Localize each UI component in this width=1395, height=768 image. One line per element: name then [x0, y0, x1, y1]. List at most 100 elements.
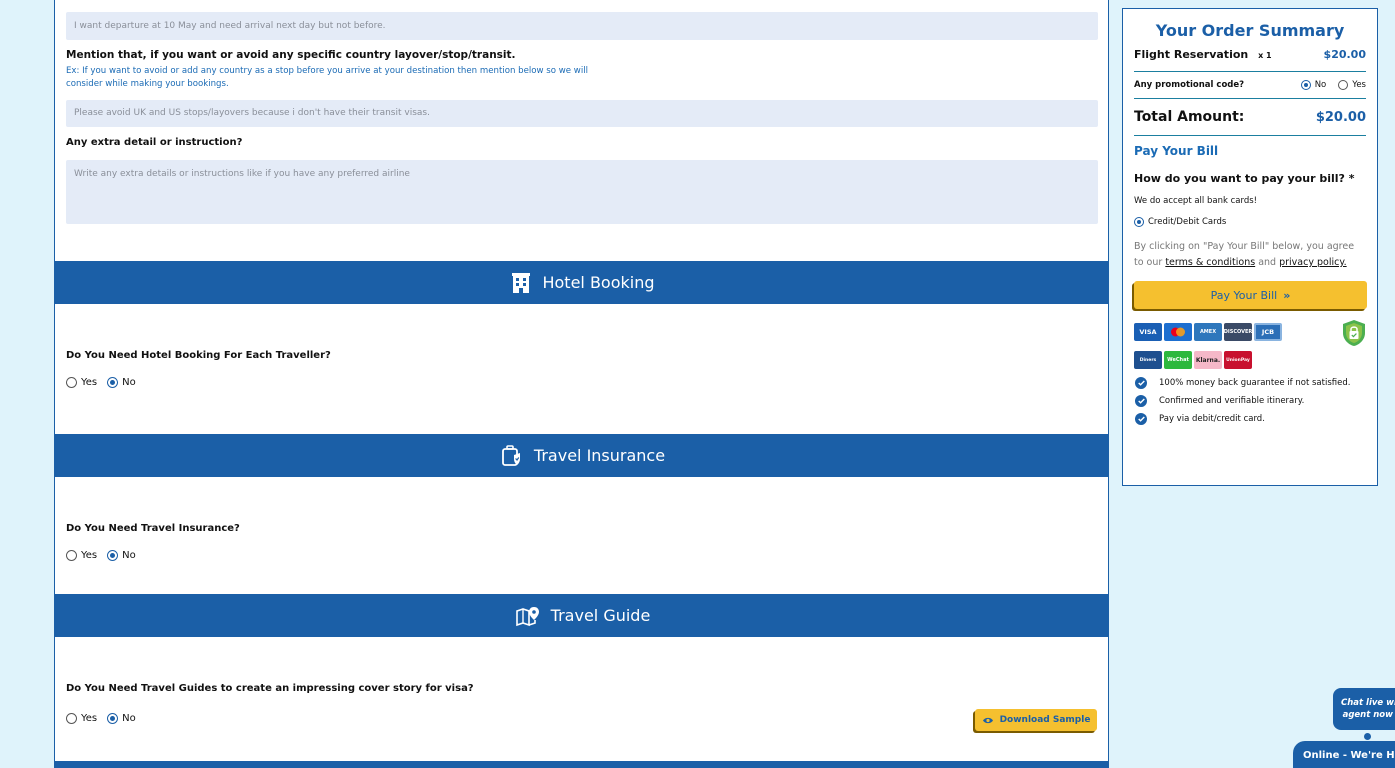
layover-hint: Ex: If you want to avoid or add any coun…	[66, 66, 588, 89]
card-logos-row-2: Diners WeChat Klarna. UnionPay	[1134, 351, 1366, 369]
guide-no-radio[interactable]	[107, 713, 119, 724]
travel-insurance-title: Travel Insurance	[533, 446, 666, 465]
checkmark-icon	[1135, 377, 1147, 389]
card-logos: VISA AMEX DISCOVER JCB Diners WeChat Kla…	[1134, 320, 1366, 369]
guide-yes-label: Yes	[81, 713, 98, 724]
terms-link[interactable]: terms & conditions	[1165, 257, 1255, 268]
benefit-item: Pay via debit/credit card.	[1134, 413, 1366, 425]
pay-heading: Pay Your Bill	[1134, 144, 1219, 158]
chat-online-tab[interactable]: Online - We're Here	[1293, 741, 1395, 768]
jcb-logo: JCB	[1254, 323, 1282, 341]
insurance-no-label: No	[122, 550, 136, 561]
benefit-text: Pay via debit/credit card.	[1159, 414, 1265, 424]
extra-detail-label: Any extra detail or instruction?	[66, 137, 243, 148]
total-row: Total Amount: $20.00	[1134, 99, 1366, 136]
visa-logo: VISA	[1134, 323, 1162, 341]
layover-input[interactable]: Please avoid UK and US stops/layovers be…	[66, 100, 1098, 127]
promo-no-label: No	[1314, 80, 1327, 90]
pay-bill-label: Pay Your Bill	[1210, 288, 1278, 302]
privacy-link[interactable]: privacy policy.	[1279, 257, 1347, 268]
guide-radio-group: Yes No	[66, 713, 146, 724]
hotel-booking-title: Hotel Booking	[542, 273, 655, 292]
pay-question: How do you want to pay your bill? *	[1134, 172, 1355, 185]
klarna-logo: Klarna.	[1194, 351, 1222, 369]
payment-method-label: Credit/Debit Cards	[1148, 217, 1227, 227]
insurance-question: Do You Need Travel Insurance?	[66, 523, 240, 534]
mastercard-logo	[1164, 323, 1192, 341]
secure-shield-icon	[1343, 320, 1365, 346]
benefit-item: 100% money back guarantee if not satisfi…	[1134, 377, 1366, 389]
benefit-item: Confirmed and verifiable itinerary.	[1134, 395, 1366, 407]
credit-card-radio[interactable]	[1134, 217, 1144, 227]
arrival-preference-input[interactable]: I want departure at 10 May and need arri…	[66, 12, 1098, 40]
eye-icon	[982, 717, 993, 723]
double-chevron-icon: »	[1283, 288, 1291, 302]
next-section-header	[55, 761, 1108, 768]
download-sample-button[interactable]: Download Sample	[975, 709, 1097, 731]
hotel-question: Do You Need Hotel Booking For Each Trave…	[66, 350, 331, 361]
hotel-no-option[interactable]: No	[107, 377, 136, 388]
insurance-yes-option[interactable]: Yes	[66, 550, 97, 561]
checkmark-icon	[1135, 395, 1147, 407]
accept-note: We do accept all bank cards!	[1134, 196, 1258, 206]
summary-item-price: $20.00	[1323, 48, 1366, 61]
promo-yes-option[interactable]: Yes	[1338, 80, 1366, 90]
card-logos-row-1: VISA AMEX DISCOVER JCB	[1134, 323, 1366, 341]
guide-yes-radio[interactable]	[66, 713, 77, 724]
promo-no-radio[interactable]	[1300, 80, 1311, 90]
wechat-logo: WeChat	[1164, 351, 1192, 369]
chat-invite-bubble[interactable]: Chat live with agent now	[1333, 688, 1395, 730]
payment-method-option[interactable]: Credit/Debit Cards	[1134, 217, 1366, 227]
travel-guide-header: Travel Guide	[55, 594, 1108, 637]
benefits-list: 100% money back guarantee if not satisfi…	[1134, 377, 1366, 425]
download-sample-label: Download Sample	[999, 715, 1091, 725]
insurance-yes-radio[interactable]	[66, 550, 77, 561]
total-value: $20.00	[1315, 109, 1366, 125]
hotel-no-radio[interactable]	[107, 377, 119, 388]
promo-no-option[interactable]: No	[1300, 80, 1327, 90]
promo-row: Any promotional code? No Yes	[1134, 72, 1366, 99]
order-summary-panel: Your Order Summary Flight Reservation x …	[1122, 8, 1378, 486]
guide-question: Do You Need Travel Guides to create an i…	[66, 683, 474, 694]
chat-bubble-line-2: agent now	[1342, 710, 1393, 720]
order-summary-title: Your Order Summary	[1155, 21, 1345, 40]
guide-no-option[interactable]: No	[107, 713, 136, 724]
diners-logo: Diners	[1134, 351, 1162, 369]
hotel-no-label: No	[122, 377, 136, 388]
agreement-text: By clicking on "Pay Your Bill" below, yo…	[1134, 241, 1355, 268]
building-icon	[512, 272, 531, 293]
promo-yes-label: Yes	[1352, 80, 1366, 90]
promo-yes-radio[interactable]	[1338, 80, 1349, 90]
layover-label: Mention that, if you want or avoid any s…	[66, 49, 516, 61]
insurance-no-radio[interactable]	[107, 550, 119, 561]
chat-dot-icon	[1364, 733, 1371, 740]
insurance-no-option[interactable]: No	[107, 550, 136, 561]
travel-insurance-header: Travel Insurance	[55, 434, 1108, 477]
chat-tab-label: Online - We're Here	[1303, 750, 1395, 761]
promo-label: Any promotional code?	[1134, 80, 1245, 90]
benefit-text: Confirmed and verifiable itinerary.	[1159, 396, 1305, 406]
total-label: Total Amount:	[1134, 109, 1245, 125]
booking-form-panel: I want departure at 10 May and need arri…	[54, 0, 1109, 768]
guide-yes-option[interactable]: Yes	[66, 713, 97, 724]
hotel-yes-label: Yes	[81, 377, 98, 388]
travel-guide-title: Travel Guide	[550, 606, 651, 625]
summary-item-qty: x 1	[1258, 51, 1272, 60]
benefit-text: 100% money back guarantee if not satisfi…	[1159, 378, 1351, 388]
pay-bill-button[interactable]: Pay Your Bill »	[1134, 281, 1367, 309]
hotel-yes-option[interactable]: Yes	[66, 377, 97, 388]
required-mark: *	[1348, 172, 1355, 185]
insurance-yes-label: Yes	[81, 550, 98, 561]
discover-logo: DISCOVER	[1224, 323, 1252, 341]
summary-item-name: Flight Reservation	[1134, 48, 1249, 61]
amex-logo: AMEX	[1194, 323, 1222, 341]
hotel-radio-group: Yes No	[66, 377, 146, 388]
insurance-radio-group: Yes No	[66, 550, 146, 561]
guide-no-label: No	[122, 713, 136, 724]
hotel-booking-header: Hotel Booking	[55, 261, 1108, 304]
chat-bubble-line-1: Chat live with	[1341, 698, 1395, 708]
luggage-shield-icon	[502, 444, 520, 466]
extra-detail-textarea[interactable]: Write any extra details or instructions …	[66, 160, 1098, 224]
summary-item-row: Flight Reservation x 1 $20.00	[1134, 48, 1366, 72]
hotel-yes-radio[interactable]	[66, 377, 77, 388]
